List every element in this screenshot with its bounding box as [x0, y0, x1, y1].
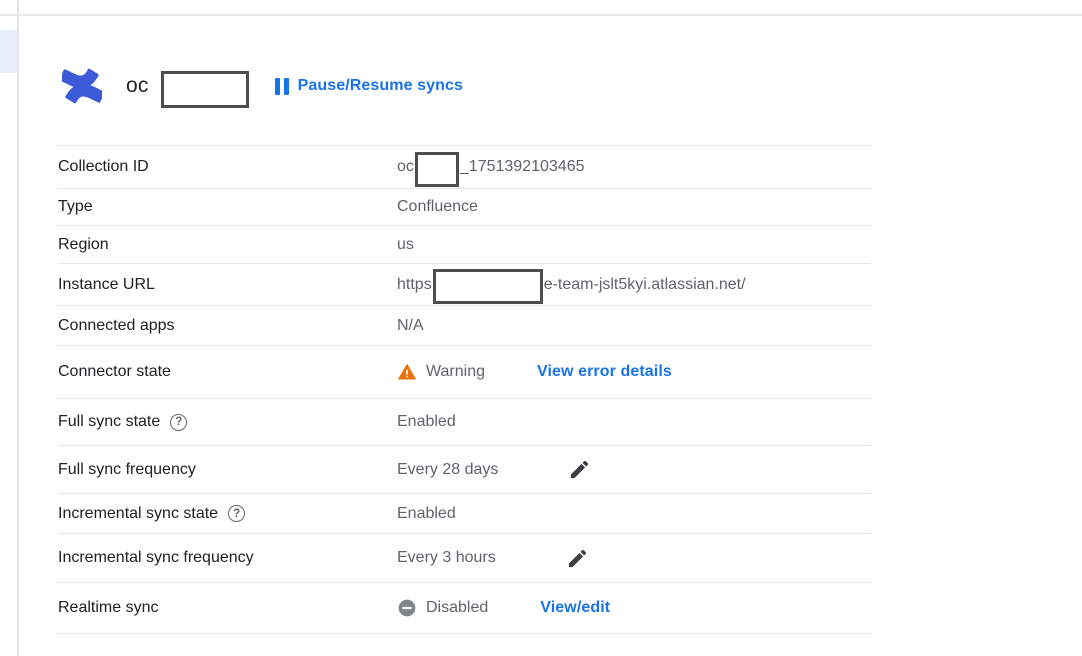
row-instance-url: Instance URL https e-team-jslt5kyi.atlas… [58, 264, 871, 306]
redaction-box-instance-url [433, 269, 543, 304]
header: oc Pause/Resume syncs [58, 62, 871, 110]
edit-incremental-sync-frequency-button[interactable] [566, 547, 589, 570]
row-label: Full sync state [58, 413, 160, 431]
edit-pencil-icon [566, 547, 589, 570]
do-not-disturb-icon [397, 598, 417, 618]
row-label: Instance URL [58, 276, 397, 294]
row-connector-state: Connector state Warning View error detai… [58, 346, 871, 399]
full-sync-state-value: Enabled [397, 413, 456, 431]
row-incremental-sync-state: Incremental sync state ? Enabled [58, 494, 871, 534]
row-full-sync-state: Full sync state ? Enabled [58, 399, 871, 446]
pause-resume-syncs-button[interactable]: Pause/Resume syncs [269, 73, 469, 99]
main-content: oc Pause/Resume syncs Collection ID oc _… [58, 62, 871, 634]
row-collection-id: Collection ID oc _1751392103465 [58, 146, 871, 189]
warning-icon [397, 362, 417, 382]
page-title: oc [126, 74, 149, 98]
properties-table: Collection ID oc _1751392103465 Type Con… [58, 145, 871, 634]
row-connected-apps: Connected apps N/A [58, 306, 871, 346]
row-type: Type Confluence [58, 189, 871, 226]
view-error-details-link[interactable]: View error details [537, 363, 672, 381]
row-label: Incremental sync frequency [58, 549, 397, 567]
collection-id-value: oc _1751392103465 [397, 150, 584, 185]
incremental-sync-state-value: Enabled [397, 505, 456, 523]
top-divider [0, 14, 1082, 16]
sidebar-selection-fragment [0, 30, 17, 73]
row-label: Collection ID [58, 158, 397, 176]
value-prefix: oc [397, 158, 414, 176]
connected-apps-value: N/A [397, 317, 424, 335]
row-label: Region [58, 236, 397, 254]
connector-state-value: Warning View error details [397, 362, 672, 382]
left-panel-divider [17, 0, 19, 656]
incremental-sync-state-help-icon[interactable]: ? [228, 505, 245, 522]
row-label: Connected apps [58, 317, 397, 335]
edit-full-sync-frequency-button[interactable] [568, 458, 591, 481]
region-value: us [397, 236, 414, 254]
row-realtime-sync: Realtime sync Disabled View/edit [58, 583, 871, 634]
row-label: Connector state [58, 363, 397, 381]
redaction-box-collection-id [415, 152, 459, 187]
pause-icon [275, 78, 289, 95]
row-region: Region us [58, 226, 871, 264]
full-sync-state-help-icon[interactable]: ? [170, 414, 187, 431]
row-label: Type [58, 198, 397, 216]
row-label: Full sync frequency [58, 461, 397, 479]
redaction-box-title [161, 71, 249, 108]
status-text: Warning [426, 363, 485, 381]
incremental-sync-frequency-value: Every 3 hours [397, 549, 496, 567]
type-value: Confluence [397, 198, 478, 216]
status-text: Disabled [426, 599, 488, 617]
value-suffix: _1751392103465 [460, 158, 585, 176]
pause-resume-label: Pause/Resume syncs [298, 77, 463, 95]
row-full-sync-frequency: Full sync frequency Every 28 days [58, 446, 871, 494]
edit-pencil-icon [568, 458, 591, 481]
connector-details-page: oc Pause/Resume syncs Collection ID oc _… [0, 0, 1082, 656]
row-incremental-sync-frequency: Incremental sync frequency Every 3 hours [58, 534, 871, 583]
row-label: Realtime sync [58, 599, 397, 617]
value-prefix: https [397, 276, 432, 294]
full-sync-frequency-value: Every 28 days [397, 461, 498, 479]
realtime-sync-value: Disabled View/edit [397, 598, 610, 618]
confluence-logo-icon [62, 66, 102, 106]
row-label: Incremental sync state [58, 505, 218, 523]
view-edit-link[interactable]: View/edit [540, 599, 610, 617]
instance-url-value: https e-team-jslt5kyi.atlassian.net/ [397, 267, 746, 302]
value-suffix: e-team-jslt5kyi.atlassian.net/ [544, 276, 746, 294]
